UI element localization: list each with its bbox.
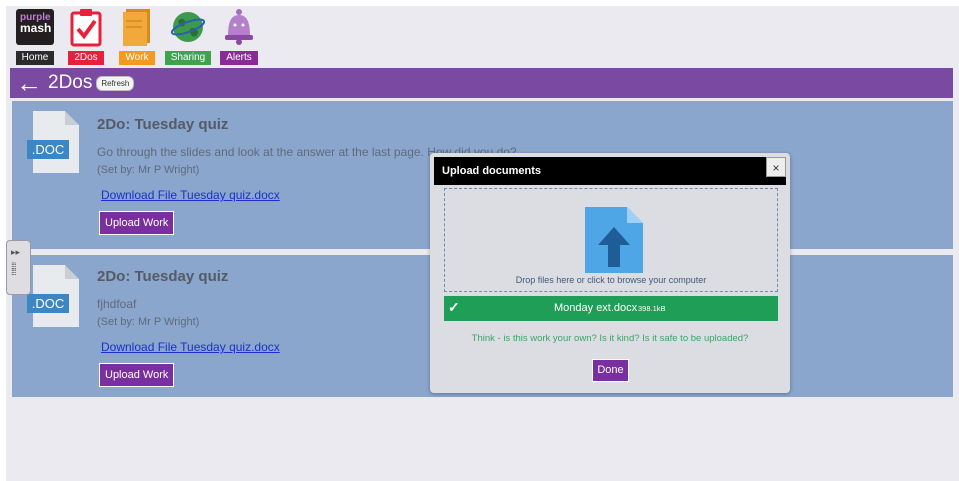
document-icon: .DOC	[27, 111, 83, 175]
drop-instructions: Drop files here or click to browse your …	[515, 275, 707, 285]
doc-type-label: .DOC	[27, 140, 69, 159]
upload-work-button[interactable]: Upload Work	[99, 211, 175, 235]
nav-work-label: Work	[119, 51, 155, 65]
uploaded-file-row: ✓ Monday ext.docx 398.1kB	[444, 296, 778, 321]
doc-type-label: .DOC	[27, 294, 69, 313]
safety-note: Think - is this work your own? Is it kin…	[471, 333, 749, 344]
nav-2dos[interactable]: 2Dos	[61, 6, 111, 70]
upload-file-icon	[585, 207, 643, 273]
top-nav: purple mash Home 2Dos Work Sharing Alert…	[10, 6, 264, 70]
side-panel-handle[interactable]: ▸▸ ⁞⁞⁞ ⁞⁞⁞	[6, 240, 31, 295]
nav-sharing[interactable]: Sharing	[163, 6, 213, 70]
file-size: 398.1kB	[638, 304, 666, 313]
globe-icon	[163, 6, 213, 48]
page-title: 2Dos	[48, 72, 93, 93]
upload-work-button[interactable]: Upload Work	[99, 363, 175, 387]
download-file-link[interactable]: Download File Tuesday quiz.docx	[101, 340, 280, 354]
upload-documents-dialog: Upload documents × Drop files here or cl…	[430, 153, 790, 393]
task-set-by: (Set by: Mr P Wright)	[97, 316, 200, 328]
nav-2dos-label: 2Dos	[68, 51, 104, 65]
purple-mash-logo: purple mash	[10, 6, 60, 48]
bell-icon	[214, 6, 264, 48]
drag-grip-icon: ⁞⁞⁞ ⁞⁞⁞	[11, 261, 16, 277]
nav-work[interactable]: Work	[112, 6, 162, 70]
check-icon: ✓	[448, 299, 460, 315]
back-arrow-icon[interactable]: ←	[16, 70, 42, 96]
nav-alerts[interactable]: Alerts	[214, 6, 264, 70]
logo-text-bottom: mash	[20, 21, 52, 35]
close-icon[interactable]: ×	[766, 157, 786, 177]
dialog-title: Upload documents	[434, 157, 786, 185]
task-title: 2Do: Tuesday quiz	[97, 268, 229, 285]
nav-alerts-label: Alerts	[220, 51, 258, 65]
nav-sharing-label: Sharing	[164, 51, 212, 65]
page-header: ← 2Dos Refresh	[10, 68, 953, 98]
task-description: fjhdfoaf	[97, 297, 137, 311]
nav-home-label: Home	[15, 51, 55, 65]
refresh-button[interactable]: Refresh	[96, 75, 135, 91]
expand-chevron-icon: ▸▸	[11, 247, 21, 257]
checklist-icon	[61, 6, 111, 48]
file-drop-zone[interactable]: Drop files here or click to browse your …	[444, 188, 778, 292]
done-button[interactable]: Done	[592, 359, 629, 382]
folder-icon	[112, 6, 162, 48]
task-title: 2Do: Tuesday quiz	[97, 116, 229, 133]
document-icon: .DOC	[27, 265, 83, 329]
file-name: Monday ext.docx	[554, 302, 638, 314]
nav-home[interactable]: purple mash Home	[10, 6, 60, 70]
